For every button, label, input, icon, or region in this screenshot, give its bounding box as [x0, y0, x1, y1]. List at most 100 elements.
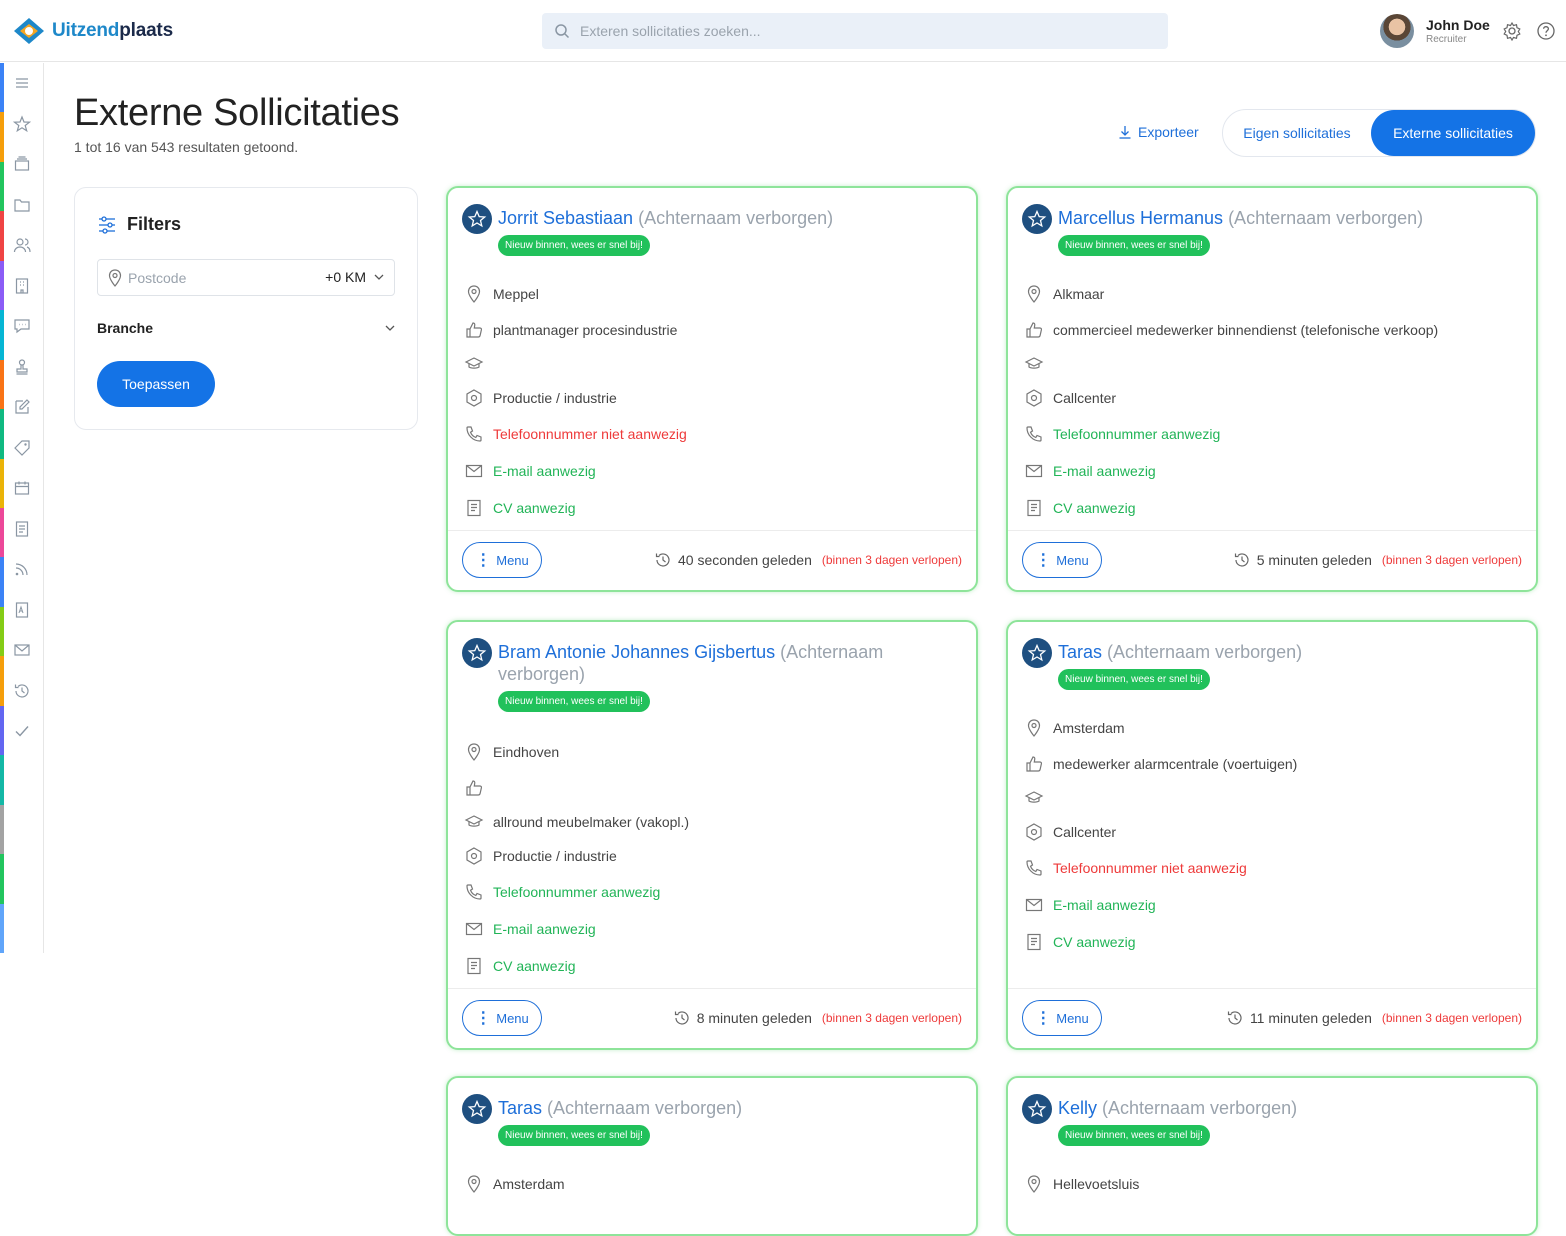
candidate-name[interactable]: Bram Antonie Johannes Gijsbertus (Achter… — [498, 638, 962, 685]
menu-label: Menu — [496, 1010, 529, 1026]
favorite-button[interactable] — [1022, 204, 1052, 234]
more-vertical-icon: ⋮ — [1035, 552, 1051, 569]
apply-button[interactable]: Toepassen — [97, 361, 215, 407]
export-button[interactable]: Exporteer — [1118, 124, 1199, 140]
candidate-name[interactable]: Taras (Achternaam verborgen) — [498, 1094, 962, 1119]
search-bar[interactable] — [542, 13, 1168, 49]
menu-button[interactable]: ⋮ Menu — [462, 542, 542, 578]
industry-icon — [466, 847, 482, 865]
mail-icon[interactable] — [13, 641, 31, 659]
star-icon[interactable] — [13, 114, 31, 133]
radius-select[interactable]: +0 KM — [325, 269, 384, 285]
favorite-button[interactable] — [1022, 1094, 1052, 1124]
more-vertical-icon: ⋮ — [1035, 1010, 1051, 1027]
folder-icon[interactable] — [13, 196, 31, 214]
search-icon — [555, 24, 570, 39]
tag-icon[interactable] — [13, 439, 31, 457]
card-job-text: plantmanager procesindustrie — [493, 322, 678, 338]
candidate-name[interactable]: Taras (Achternaam verborgen) — [1058, 638, 1522, 663]
postcode-input[interactable] — [128, 269, 308, 286]
brand-name-part-2: plaats — [119, 20, 173, 41]
edit-icon[interactable] — [13, 398, 31, 416]
rss-icon[interactable] — [13, 560, 31, 578]
location-pin-icon — [1027, 719, 1041, 737]
candidate-first-name[interactable]: Taras — [498, 1098, 542, 1118]
application-card: Jorrit Sebastiaan (Achternaam verborgen)… — [446, 186, 978, 592]
card-footer: ⋮ Menu 5 minuten geleden (binnen 3 dagen ve… — [1008, 530, 1536, 590]
help-icon[interactable] — [1536, 21, 1556, 41]
sidebar-color-stripe — [0, 656, 4, 706]
candidate-name[interactable]: Jorrit Sebastiaan (Achternaam verborgen) — [498, 204, 962, 229]
candidate-name[interactable]: Marcellus Hermanus (Achternaam verborgen… — [1058, 204, 1522, 229]
menu-button[interactable]: ⋮ Menu — [1022, 1000, 1102, 1036]
card-row-education — [1024, 354, 1053, 374]
building-icon[interactable] — [13, 277, 31, 295]
favorite-button[interactable] — [1022, 638, 1052, 668]
card-row-email: E-mail aanwezig — [464, 461, 596, 481]
users-icon[interactable] — [13, 236, 31, 254]
card-footer: ⋮ Menu 8 minuten geleden (binnen 3 dagen ve… — [448, 988, 976, 1048]
candidate-first-name[interactable]: Taras — [1058, 642, 1102, 662]
menu-label: Menu — [1056, 552, 1089, 568]
user-name: John Doe — [1426, 17, 1490, 33]
favorite-button[interactable] — [462, 1094, 492, 1124]
new-badge: Nieuw binnen, wees er snel bij! — [1058, 669, 1210, 690]
expiry-notice: (binnen 3 dagen verlopen) — [1381, 553, 1522, 567]
menu-button[interactable]: ⋮ Menu — [462, 1000, 542, 1036]
stamp-icon[interactable] — [13, 358, 31, 376]
candidate-first-name[interactable]: Marcellus Hermanus — [1058, 208, 1223, 228]
document-icon — [1027, 499, 1041, 517]
document-icon — [467, 499, 481, 517]
phone-icon — [1026, 426, 1042, 442]
received-time: 11 minuten geleden (binnen 3 dagen verlop… — [1226, 1009, 1522, 1027]
check-icon[interactable] — [13, 722, 31, 740]
phone-icon — [466, 426, 482, 442]
sidebar-color-stripe — [0, 804, 4, 855]
tab-external-applications[interactable]: Externe sollicitaties — [1371, 110, 1535, 156]
expiry-notice: (binnen 3 dagen verlopen) — [1381, 1011, 1522, 1025]
pdf-icon[interactable] — [13, 601, 31, 619]
candidate-name[interactable]: Kelly (Achternaam verborgen) — [1058, 1094, 1522, 1119]
new-badge: Nieuw binnen, wees er snel bij! — [1058, 1125, 1210, 1146]
menu-label: Menu — [1056, 1010, 1089, 1026]
card-industry-text: Callcenter — [1053, 390, 1117, 406]
time-ago: 40 seconden geleden — [677, 552, 812, 568]
candidate-first-name[interactable]: Jorrit Sebastiaan — [498, 208, 633, 228]
sidebar-color-stripe — [0, 557, 4, 607]
favorite-button[interactable] — [462, 204, 492, 234]
card-row-location: Alkmaar — [1024, 284, 1104, 304]
tab-own-applications[interactable]: Eigen sollicitaties — [1223, 110, 1371, 156]
candidate-first-name[interactable]: Kelly — [1058, 1098, 1097, 1118]
calendar-icon[interactable] — [13, 479, 31, 497]
avatar[interactable] — [1380, 14, 1414, 48]
menu-icon[interactable] — [13, 74, 31, 92]
document-icon[interactable] — [13, 520, 31, 538]
card-cv-text: CV aanwezig — [1053, 934, 1136, 950]
candidate-first-name[interactable]: Bram Antonie Johannes Gijsbertus — [498, 642, 775, 662]
stack-icon[interactable] — [13, 155, 31, 173]
sidebar-color-stripe — [0, 854, 4, 904]
postcode-field[interactable]: +0 KM — [97, 259, 395, 296]
favorite-button[interactable] — [462, 638, 492, 668]
source-toggle: Eigen sollicitaties Externe sollicitatie… — [1222, 109, 1536, 157]
location-pin-icon — [467, 1175, 481, 1193]
sliders-icon — [99, 215, 115, 234]
card-location-text: Eindhoven — [493, 744, 560, 760]
menu-button[interactable]: ⋮ Menu — [1022, 542, 1102, 578]
card-row-email: E-mail aanwezig — [464, 919, 596, 939]
user-profile[interactable]: John Doe Recruiter — [1380, 14, 1490, 48]
logo[interactable]: Uitzendplaats — [12, 16, 173, 46]
application-card: Taras (Achternaam verborgen) Nieuw binnen… — [446, 1076, 978, 1236]
history-icon[interactable] — [13, 682, 31, 700]
industry-icon — [466, 389, 482, 407]
card-email-text: E-mail aanwezig — [1053, 897, 1156, 913]
chat-icon[interactable] — [13, 317, 31, 335]
search-input[interactable] — [580, 23, 1140, 39]
location-pin-icon — [108, 268, 122, 287]
card-row-job: medewerker alarmcentrale (voertuigen) — [1024, 754, 1297, 774]
envelope-icon — [465, 464, 483, 478]
top-bar: Uitzendplaats John Doe Recruiter — [0, 0, 1566, 62]
gear-icon[interactable] — [1502, 21, 1522, 41]
location-pin-icon — [467, 743, 481, 761]
branche-dropdown[interactable]: Branche — [97, 320, 395, 336]
